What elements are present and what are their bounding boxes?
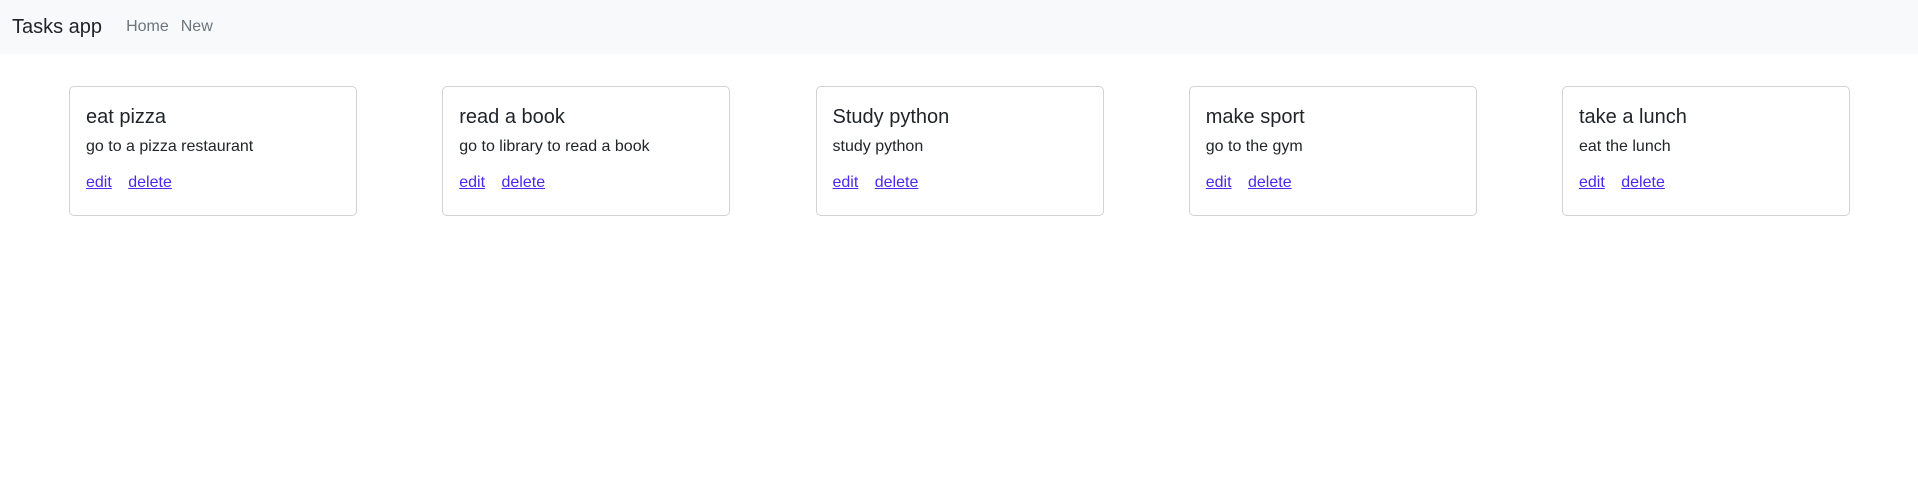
task-list: eat pizza go to a pizza restaurant edit … [0,54,1918,216]
task-card: read a book go to library to read a book… [442,86,731,216]
delete-link[interactable]: delete [502,174,546,191]
task-actions: edit delete [1206,174,1460,192]
nav-new-link[interactable]: New [181,18,213,36]
task-description: study python [832,138,924,155]
brand-link[interactable]: Tasks app [12,16,102,39]
task-description: go to the gym [1205,138,1303,155]
task-card: eat pizza go to a pizza restaurant edit … [69,86,357,216]
task-actions: edit delete [86,174,340,192]
task-title: take a lunch [1579,106,1687,128]
edit-link[interactable]: edit [459,174,485,191]
task-actions: edit delete [833,174,1087,192]
edit-link[interactable]: edit [86,174,112,191]
task-description: eat the lunch [1579,138,1671,155]
task-title: Study python [832,106,950,128]
delete-link[interactable]: delete [1248,174,1292,191]
delete-link[interactable]: delete [128,174,172,191]
task-title: read a book [459,106,565,128]
edit-link[interactable]: edit [833,174,859,191]
task-card: take a lunch eat the lunch edit delete [1562,86,1850,216]
navbar: Tasks app Home New [0,0,1918,54]
delete-link[interactable]: delete [1621,174,1665,191]
nav-home-link[interactable]: Home [126,18,169,36]
edit-link[interactable]: edit [1206,174,1232,191]
task-actions: edit delete [1579,174,1833,192]
task-description: go to a pizza restaurant [86,138,254,155]
task-description: go to library to read a book [459,138,650,155]
edit-link[interactable]: edit [1579,174,1605,191]
task-card: make sport go to the gym edit delete [1188,86,1477,216]
task-card: Study python study python edit delete [815,86,1104,216]
task-title: make sport [1205,106,1305,128]
task-title: eat pizza [86,106,167,128]
delete-link[interactable]: delete [875,174,919,191]
task-actions: edit delete [459,174,713,192]
